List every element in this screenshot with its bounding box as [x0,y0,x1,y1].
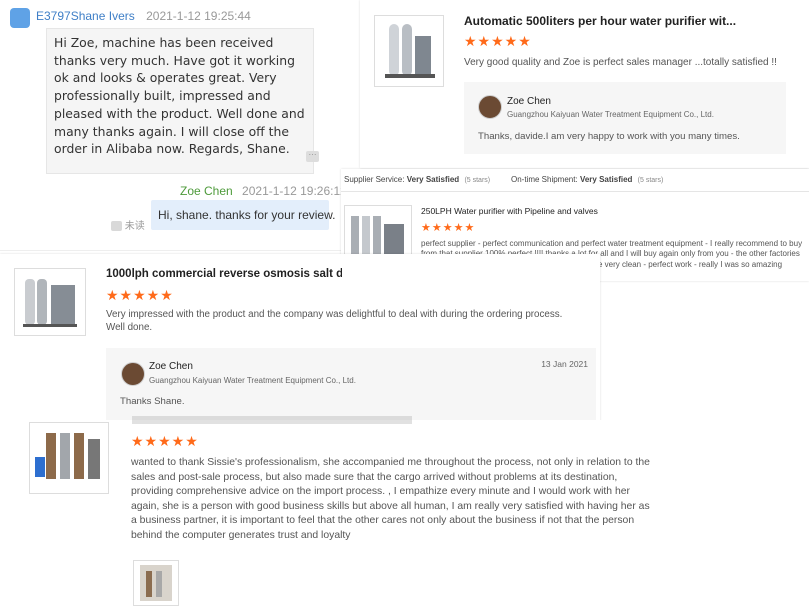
reply-bubble: Hi, shane. thanks for your review. [151,200,336,230]
chat-header-1: E3797Shane Ivers 2021-1-12 19:25:44 [36,9,251,23]
reply-company: Guangzhou Kaiyuan Water Treatment Equipm… [149,376,356,385]
reply-company: Guangzhou Kaiyuan Water Treatment Equipm… [507,110,714,119]
product-thumbnail[interactable] [14,268,86,336]
product-title[interactable]: 1000lph commercial reverse osmosis salt … [106,268,342,280]
supplier-service-stars: (5 stars) [464,177,491,184]
product-thumbnail[interactable] [374,15,444,87]
supplier-reply: Zoe Chen Guangzhou Kaiyuan Water Treatme… [464,82,786,154]
reply-text: Thanks Shane. [120,396,185,407]
reply-text: Thanks, davide.I am very happy to work w… [478,131,740,142]
reply-text: Hi, shane. thanks for your review. [158,208,336,222]
review-photo[interactable] [133,560,179,606]
rating-stars: ★★★★★ [464,33,532,49]
message-time: 2021-1-12 19:26:12 [242,184,347,198]
sender-name[interactable]: Zoe Chen [180,184,233,198]
reply-author: Zoe Chen [507,96,551,107]
options-icon[interactable] [111,221,122,232]
sender-name[interactable]: E3797Shane Ivers [36,9,135,23]
chat-panel: E3797Shane Ivers 2021-1-12 19:25:44 Hi Z… [0,0,347,251]
read-status: 未读 [111,217,145,232]
review-text: wanted to thank Sissie's professionalism… [131,457,650,541]
message-bubble: Hi Zoe, machine has been received thanks… [46,28,314,174]
avatar [478,95,502,119]
supplier-service-value: Very Satisfied [406,175,460,184]
message-text: Hi Zoe, machine has been received thanks… [54,35,305,157]
message-time: 2021-1-12 19:25:44 [146,9,251,23]
rating-stars: ★★★★★ [421,222,476,234]
user-avatar [10,8,30,28]
divider [341,191,809,192]
chat-header-2: Zoe Chen 2021-1-12 19:26:12 [180,184,347,198]
shipment-value: Very Satisfied [579,175,633,184]
reply-date: 13 Jan 2021 [541,359,588,369]
rating-summary: Supplier Service: Very Satisfied (5 star… [344,175,490,184]
message-options-icon[interactable]: ··· [306,151,319,162]
review-text: Very good quality and Zoe is perfect sal… [464,57,777,68]
shipment-summary: On-time Shipment: Very Satisfied (5 star… [511,175,663,184]
review-card-1: Automatic 500liters per hour water purif… [360,0,809,168]
review-card-4: ★★★★★ wanted to thank Sissie's professio… [0,416,809,608]
shipment-stars: (5 stars) [637,177,664,184]
product-thumbnail[interactable] [29,422,109,494]
rating-stars: ★★★★★ [106,287,174,303]
avatar [121,362,145,386]
product-title[interactable]: 250LPH Water purifier with Pipeline and … [421,206,598,216]
read-status-label: 未读 [124,221,145,232]
rating-stars: ★★★★★ [131,433,199,449]
supplier-service-label: Supplier Service: [344,175,405,184]
cut-title [132,416,412,424]
reply-author: Zoe Chen [149,361,193,372]
shipment-label: On-time Shipment: [511,175,578,184]
supplier-reply: Zoe Chen 13 Jan 2021 Guangzhou Kaiyuan W… [106,348,596,420]
review-text: Very impressed with the product and the … [106,309,563,333]
product-title[interactable]: Automatic 500liters per hour water purif… [464,14,736,28]
review-card-3: 1000lph commercial reverse osmosis salt … [0,254,600,422]
